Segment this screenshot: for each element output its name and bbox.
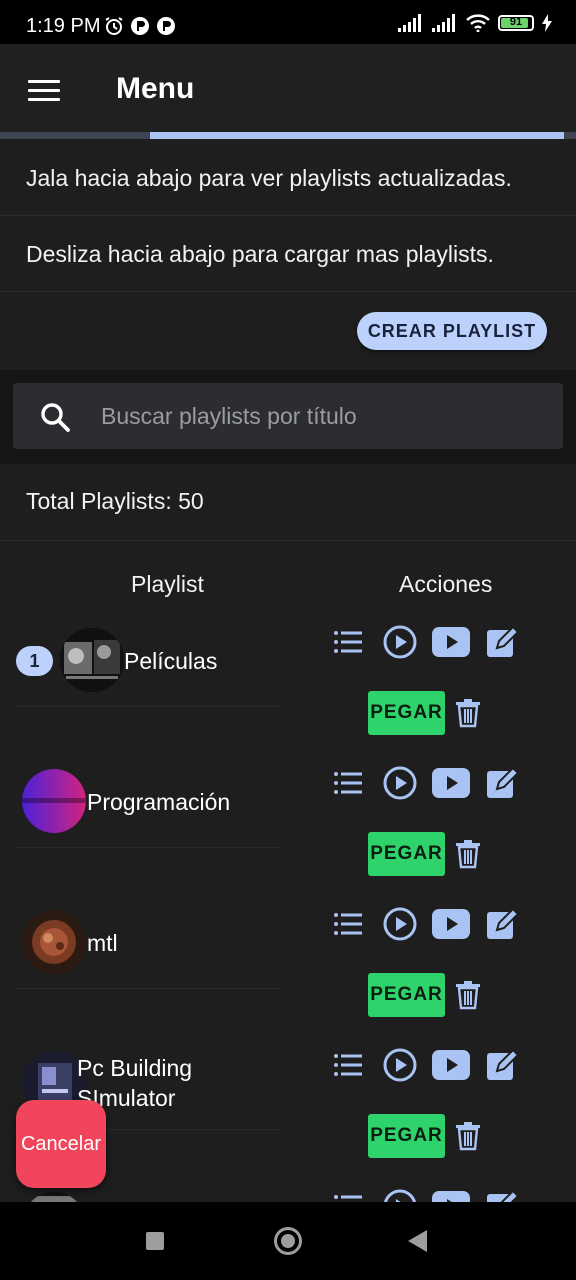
trash-icon[interactable] [454, 698, 482, 728]
recents-button[interactable] [146, 1232, 164, 1250]
search-input[interactable] [101, 383, 541, 449]
youtube-icon[interactable] [431, 624, 471, 660]
status-time: 1:19 PM [26, 15, 101, 37]
list-icon[interactable] [330, 765, 366, 801]
youtube-icon[interactable] [431, 765, 471, 801]
play-circle-icon[interactable] [382, 765, 418, 801]
table-row[interactable]: mtl PEGAR [0, 896, 576, 1037]
signal-icon [398, 14, 421, 32]
create-playlist-button[interactable]: CREAR PLAYLIST [357, 312, 547, 350]
kubernetes-thumbnail-image [22, 769, 86, 833]
playlist-name[interactable]: Programación [87, 787, 230, 817]
divider [0, 540, 576, 541]
row-divider [14, 706, 282, 707]
signal-icon-2 [432, 14, 455, 32]
list-icon[interactable] [330, 624, 366, 660]
battery-percent: 91 [509, 16, 523, 28]
playlist-thumbnail[interactable] [22, 769, 86, 833]
paste-button[interactable]: PEGAR [368, 832, 445, 876]
home-button[interactable] [274, 1227, 302, 1255]
battery-icon: 91 [498, 15, 534, 31]
play-circle-icon[interactable] [382, 906, 418, 942]
charging-icon [542, 14, 552, 32]
edit-icon[interactable] [484, 906, 520, 942]
cancel-button[interactable]: Cancelar [16, 1100, 106, 1188]
column-header-acciones: Acciones [399, 571, 493, 597]
hamburger-menu-icon[interactable] [28, 80, 60, 104]
edit-icon[interactable] [484, 765, 520, 801]
playlist-name[interactable]: Películas [124, 646, 217, 676]
list-icon[interactable] [330, 906, 366, 942]
alarm-icon [105, 17, 123, 35]
youtube-icon[interactable] [431, 906, 471, 942]
edit-icon[interactable] [484, 624, 520, 660]
status-bar: 1:19 PM 91 [0, 0, 576, 44]
youtube-icon[interactable] [431, 1047, 471, 1083]
search-section [0, 370, 576, 464]
playlist-thumbnail[interactable] [22, 910, 86, 974]
status-notification-icons [104, 16, 176, 36]
trash-icon[interactable] [454, 980, 482, 1010]
playlist-thumbnail[interactable] [60, 628, 124, 692]
row-divider [14, 988, 282, 989]
search-bar[interactable] [13, 383, 563, 449]
search-icon [41, 403, 70, 432]
system-navigation-bar [0, 1202, 576, 1280]
play-circle-icon[interactable] [382, 624, 418, 660]
edit-icon[interactable] [484, 1047, 520, 1083]
load-more-hint: Desliza hacia abajo para cargar mas play… [26, 241, 494, 267]
selection-count-badge: 1 [16, 646, 53, 676]
playlist-name[interactable]: Pc Building SImulator [77, 1053, 277, 1113]
wifi-icon [466, 14, 490, 32]
app-notification-icon [131, 17, 149, 35]
paste-button[interactable]: PEGAR [368, 691, 445, 735]
paste-button[interactable]: PEGAR [368, 973, 445, 1017]
page-title: Menu [116, 72, 195, 105]
app-bar: Menu [0, 44, 576, 132]
pull-to-refresh-hint: Jala hacia abajo para ver playlists actu… [26, 165, 512, 191]
playlist-name[interactable]: mtl [87, 928, 118, 958]
list-icon[interactable] [330, 1047, 366, 1083]
table-row[interactable]: 1 Películas PEGAR [0, 614, 576, 755]
trash-icon[interactable] [454, 839, 482, 869]
status-system-icons: 91 [398, 14, 552, 32]
row-divider [14, 847, 282, 848]
play-circle-icon[interactable] [382, 1047, 418, 1083]
total-playlists: Total Playlists: 50 [26, 488, 204, 514]
movies-thumbnail-image [60, 628, 124, 692]
loading-progress-bar [150, 132, 564, 139]
app-notification-icon-2 [157, 17, 175, 35]
art-thumbnail-image [22, 910, 86, 974]
column-header-playlist: Playlist [131, 571, 204, 597]
divider [0, 215, 576, 216]
paste-button[interactable]: PEGAR [368, 1114, 445, 1158]
divider [0, 291, 576, 292]
back-button[interactable] [408, 1230, 427, 1252]
table-row[interactable]: Programación PEGAR [0, 755, 576, 896]
trash-icon[interactable] [454, 1121, 482, 1151]
